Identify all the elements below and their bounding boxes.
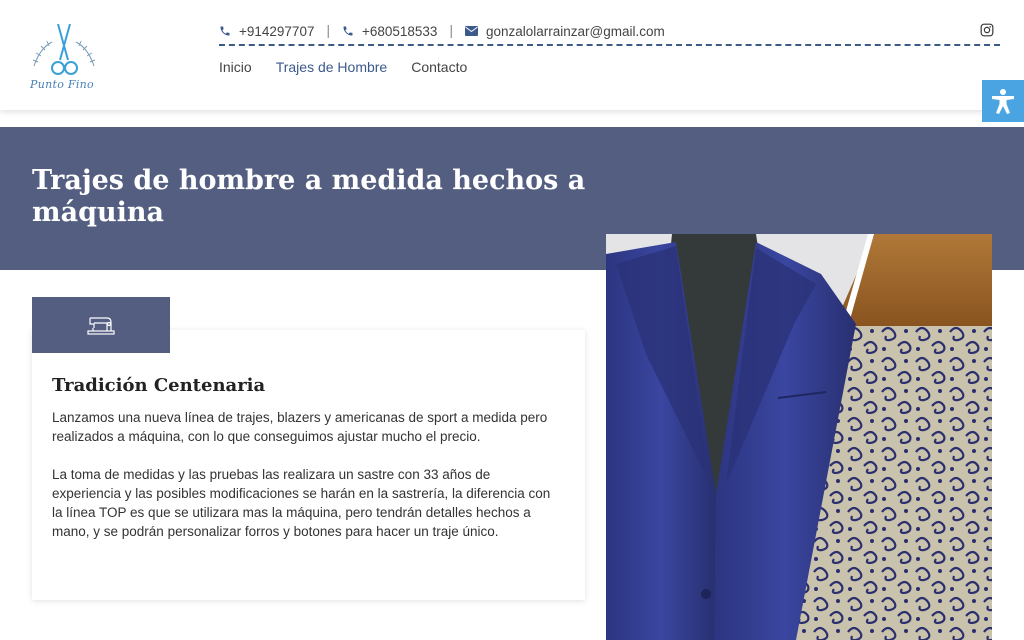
accessibility-icon [992, 89, 1014, 114]
email-link[interactable]: gonzalolarrainzar@gmail.com [464, 22, 665, 40]
page-title: Trajes de hombre a medida hechos a máqui… [32, 165, 586, 228]
suit-fabric-photo [606, 234, 992, 640]
envelope-icon [464, 26, 478, 36]
card-icon-box [32, 297, 170, 353]
nav-item-contacto[interactable]: Contacto [411, 58, 467, 76]
site-header: Punto Fino +914297707 | +680518533 | gon… [0, 0, 1024, 110]
email-address: gonzalolarrainzar@gmail.com [485, 23, 665, 39]
logo-text: Punto Fino [30, 78, 94, 91]
main-nav: Inicio Trajes de Hombre Contacto [219, 58, 491, 76]
nav-item-inicio[interactable]: Inicio [219, 58, 252, 76]
contact-separator: | [449, 23, 453, 38]
feature-card: Tradición Centenaria Lanzamos una nueva … [32, 330, 585, 600]
phone-icon [343, 26, 353, 36]
card-paragraph-2: La toma de medidas y las pruebas las rea… [52, 467, 551, 539]
nav-item-trajes-de-hombre[interactable]: Trajes de Hombre [276, 58, 388, 76]
phone-icon [220, 26, 230, 36]
instagram-icon[interactable] [980, 23, 994, 37]
phone-number-1: +914297707 [239, 23, 315, 39]
accessibility-button[interactable] [982, 80, 1024, 122]
phone-number-2: +680518533 [361, 23, 438, 39]
contact-separator: | [326, 23, 330, 38]
card-paragraph-1: Lanzamos una nueva línea de trajes, blaz… [52, 410, 548, 444]
card-title: Tradición Centenaria [52, 375, 266, 396]
phone-link-2[interactable]: +680518533 [342, 22, 437, 40]
sewing-machine-icon [87, 317, 115, 335]
phone-link-1[interactable]: +914297707 [219, 22, 314, 40]
contact-bar: +914297707 | +680518533 | gonzalolarrain… [219, 22, 1000, 46]
